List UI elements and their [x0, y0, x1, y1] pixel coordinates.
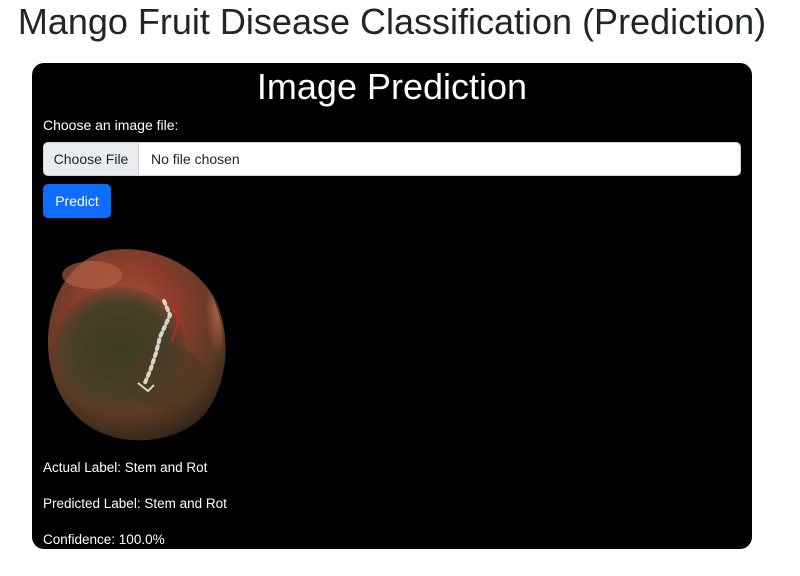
- card-title: Image Prediction: [256, 66, 528, 107]
- file-status-text: No file chosen: [151, 151, 240, 167]
- confidence-text: Confidence: 100.0%: [43, 532, 165, 547]
- predicted-label-text: Predicted Label: Stem and Rot: [43, 496, 227, 511]
- predict-button[interactable]: Predict: [43, 184, 111, 218]
- file-label: Choose an image file:: [43, 117, 179, 133]
- file-input[interactable]: Choose File No file chosen: [43, 142, 741, 176]
- prediction-card: Image Prediction Choose an image file: C…: [32, 63, 752, 549]
- mango-image: [46, 245, 228, 443]
- page-title: Mango Fruit Disease Classification (Pred…: [17, 1, 767, 42]
- choose-file-button[interactable]: Choose File: [44, 143, 139, 175]
- actual-label-text: Actual Label: Stem and Rot: [43, 460, 208, 475]
